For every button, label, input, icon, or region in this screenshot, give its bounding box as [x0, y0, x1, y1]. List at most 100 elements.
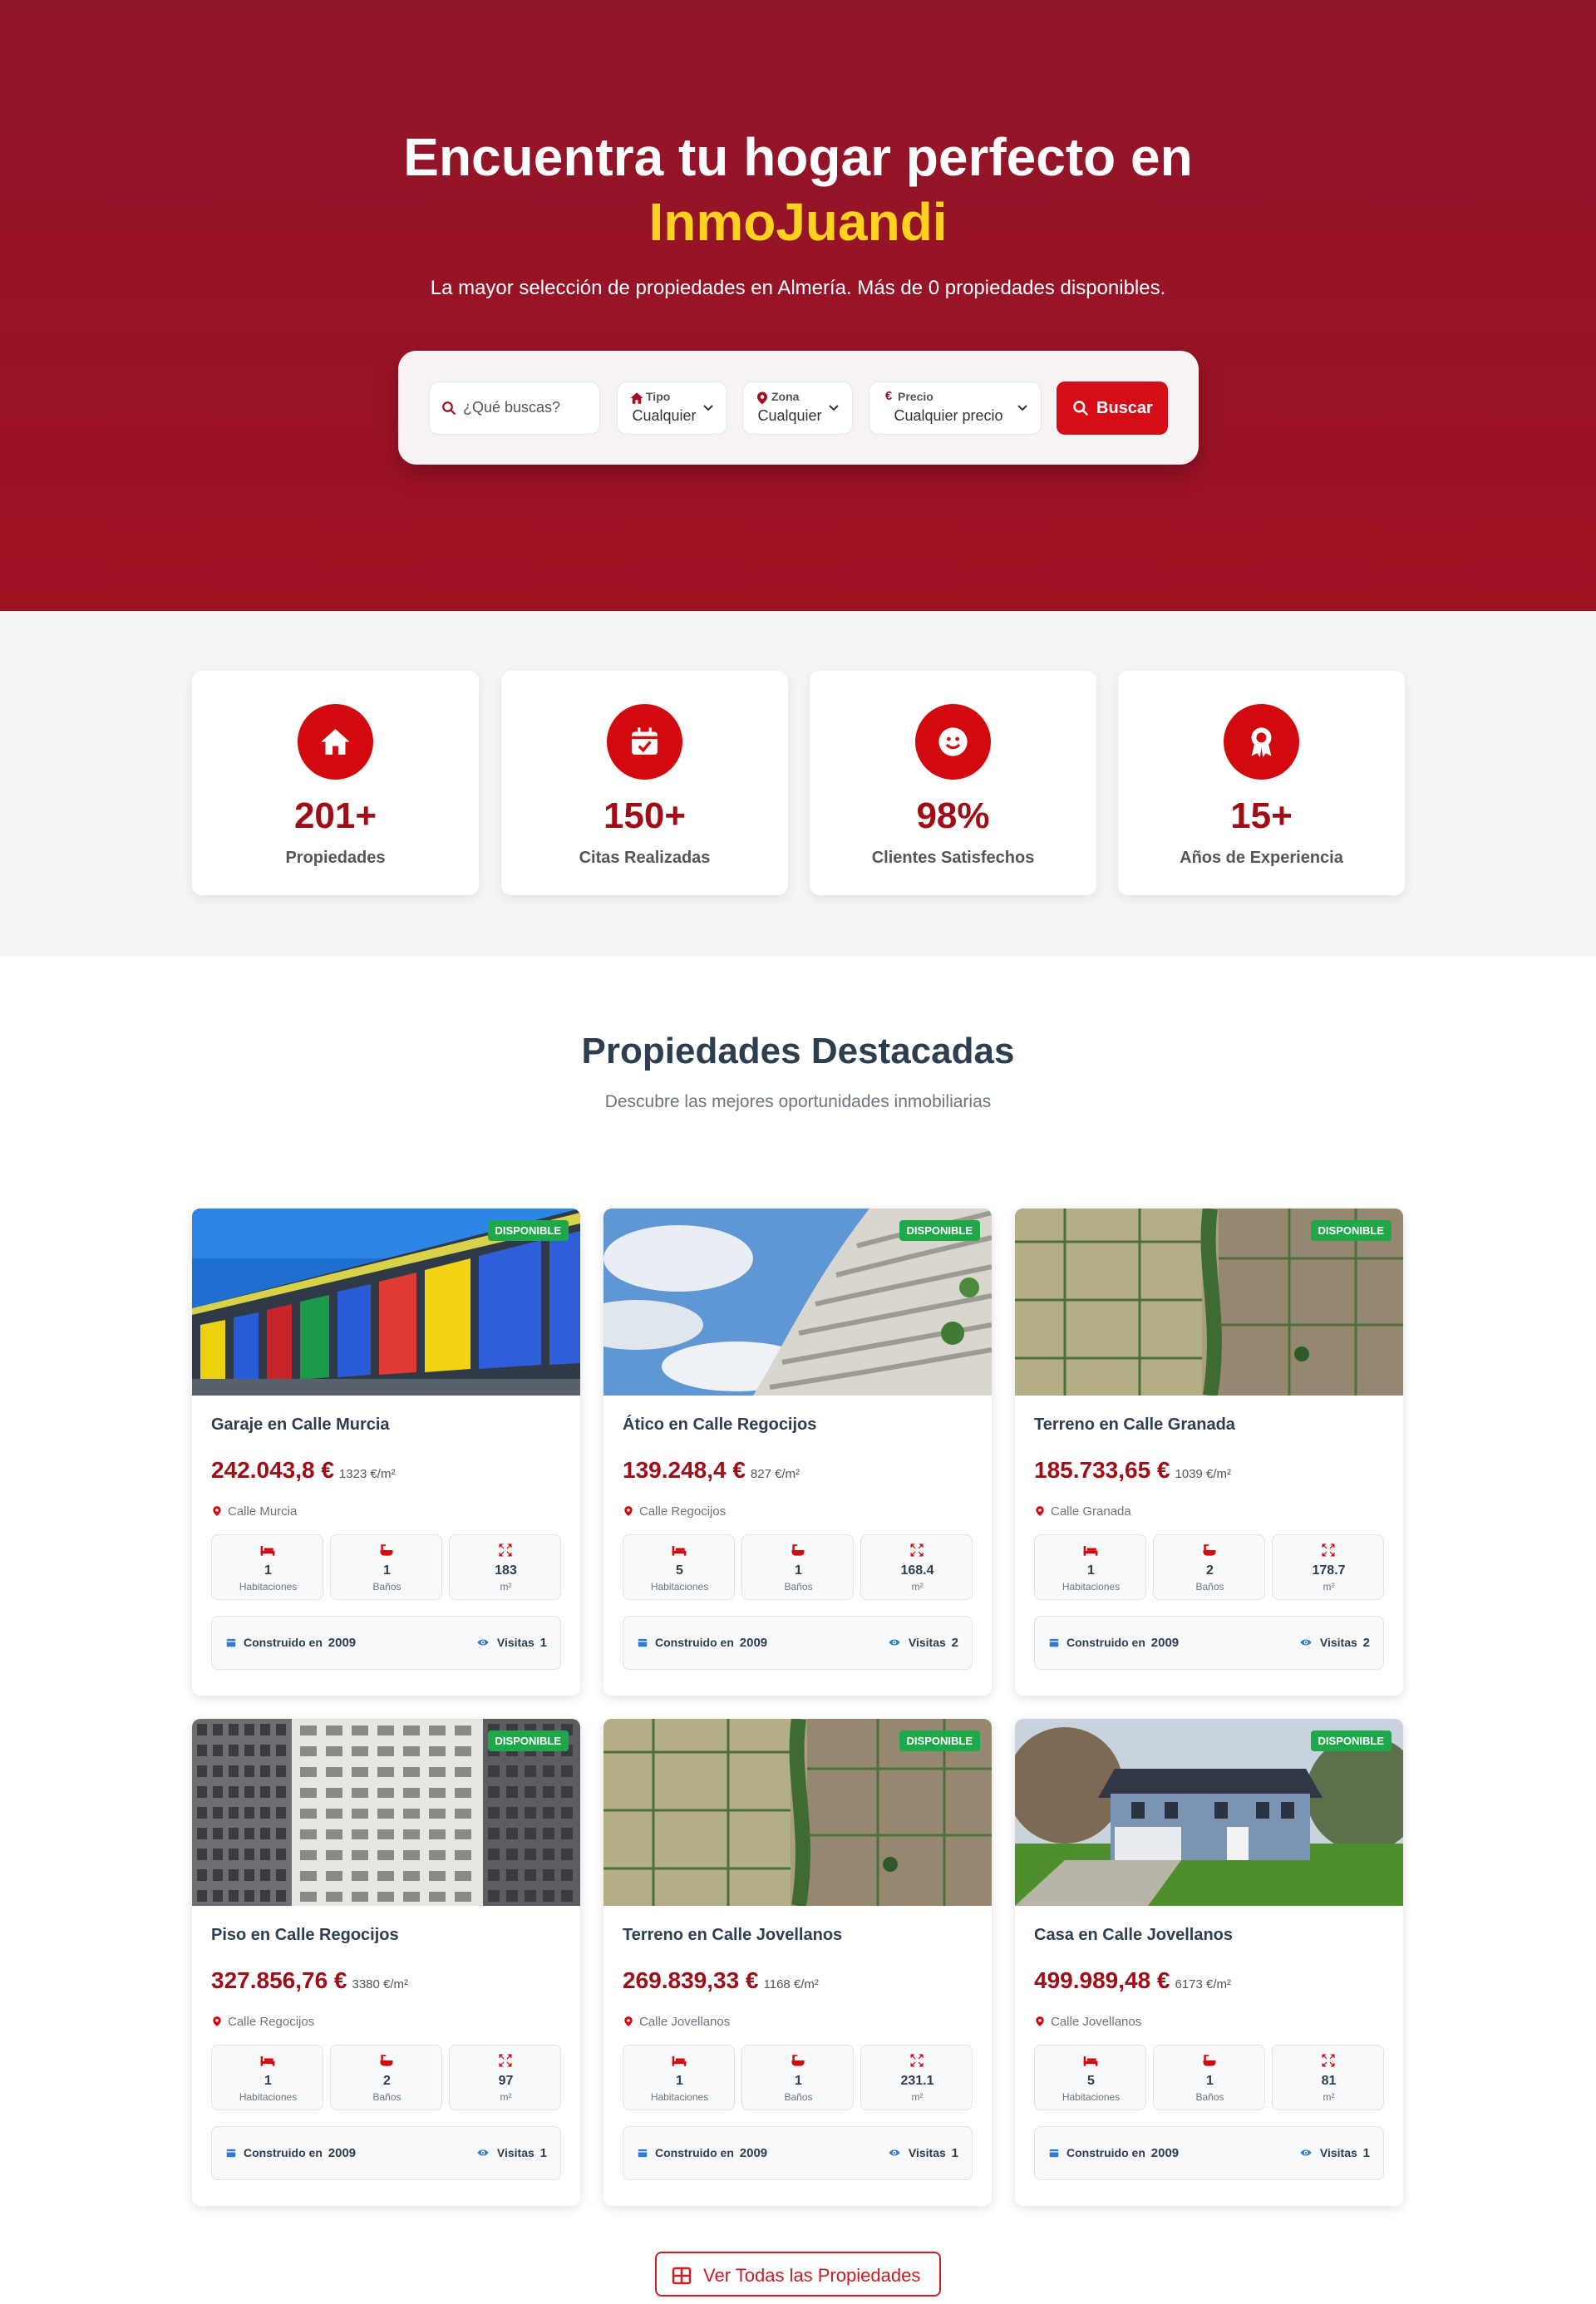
- bath-icon: [791, 1544, 805, 1556]
- chevron-down-icon: [829, 405, 839, 411]
- award-icon: [1251, 727, 1272, 758]
- property-title[interactable]: Terreno en Calle Granada: [1034, 1415, 1235, 1435]
- precio-value: Cualquier precio: [894, 407, 1003, 424]
- search-placeholder: ¿Qué buscas?: [463, 399, 561, 416]
- search-button[interactable]: Buscar: [1057, 382, 1168, 435]
- eye-icon: [889, 2149, 900, 2156]
- eye-icon: [1300, 2149, 1312, 2156]
- property-card[interactable]: DISPONIBLE Piso en Calle Regocijos 327.8…: [192, 1719, 580, 2206]
- bed-icon: [1083, 1546, 1098, 1556]
- feature-baths: 1 Baños: [330, 1534, 442, 1600]
- built-year: Construido en 2009: [225, 2146, 356, 2160]
- visits-value: 1: [539, 2146, 547, 2160]
- area-icon: [1322, 1543, 1335, 1557]
- rooms-label: Habitaciones: [650, 2091, 709, 2103]
- feature-area: 178.7 m²: [1272, 1534, 1384, 1600]
- eye-icon: [477, 2149, 489, 2156]
- property-card[interactable]: DISPONIBLE Casa en Calle Jovellanos 499.…: [1015, 1719, 1403, 2206]
- stat-value: 150+: [603, 795, 687, 836]
- location-text: Calle Jovellanos: [639, 2015, 731, 2029]
- bath-icon: [380, 1544, 393, 1556]
- visits-label: Visitas: [496, 1636, 534, 1649]
- property-meta: Construido en 2009 Visitas 2: [623, 1616, 973, 1670]
- built-value: 2009: [1150, 1636, 1180, 1650]
- baths-value: 1: [795, 1563, 802, 1578]
- hero-title: Encuentra tu hogar perfecto en InmoJuand…: [0, 125, 1596, 254]
- baths-label: Baños: [372, 2091, 401, 2103]
- area-value: 178.7: [1312, 1563, 1346, 1578]
- visits-value: 1: [539, 1636, 547, 1650]
- property-location: Calle Regocijos: [623, 1504, 726, 1519]
- stat-icon-circle: [298, 704, 373, 780]
- built-value: 2009: [328, 1636, 357, 1650]
- area-icon: [499, 2054, 512, 2067]
- baths-label: Baños: [784, 1581, 813, 1593]
- eye-icon: [477, 1639, 489, 1646]
- built-label: Construido en: [1066, 1636, 1145, 1649]
- stat-icon-circle: [607, 704, 682, 780]
- location-text: Calle Granada: [1051, 1504, 1131, 1519]
- property-card[interactable]: DISPONIBLE Terreno en Calle Jovellanos 2…: [603, 1719, 992, 2206]
- area-icon: [910, 2054, 924, 2067]
- property-meta: Construido en 2009 Visitas 1: [211, 1616, 561, 1670]
- property-title[interactable]: Casa en Calle Jovellanos: [1034, 1926, 1233, 1945]
- feature-area: 231.1 m²: [860, 2045, 973, 2110]
- visits-label: Visitas: [908, 1636, 946, 1649]
- map-marker-icon: [624, 1506, 633, 1516]
- property-location: Calle Murcia: [211, 1504, 297, 1519]
- built-value: 2009: [1150, 2146, 1180, 2160]
- property-card[interactable]: DISPONIBLE Terreno en Calle Granada 185.…: [1015, 1209, 1403, 1696]
- status-badge: DISPONIBLE: [487, 1220, 569, 1241]
- price-value: 327.856,76 €: [211, 1967, 347, 1993]
- built-value: 2009: [739, 2146, 768, 2160]
- property-price: 185.733,65 € 1039 €/m²: [1034, 1457, 1231, 1484]
- bed-icon: [260, 1546, 275, 1556]
- price-per-m2: 1323 €/m²: [338, 1467, 396, 1481]
- tipo-select[interactable]: Tipo Cualquier: [617, 382, 727, 435]
- tipo-label: Tipo: [646, 390, 671, 403]
- property-title[interactable]: Ático en Calle Regocijos: [623, 1415, 816, 1435]
- property-title[interactable]: Garaje en Calle Murcia: [211, 1415, 390, 1435]
- baths-label: Baños: [1195, 2091, 1224, 2103]
- view-all-button[interactable]: Ver Todas las Propiedades: [655, 2252, 941, 2297]
- built-label: Construido en: [244, 2146, 323, 2159]
- feature-rooms: 1 Habitaciones: [211, 1534, 323, 1600]
- area-label: m²: [500, 1581, 512, 1593]
- area-value: 231.1: [900, 2074, 934, 2088]
- bed-icon: [260, 2056, 275, 2066]
- bath-icon: [791, 2055, 805, 2066]
- property-title[interactable]: Terreno en Calle Jovellanos: [623, 1926, 842, 1945]
- tipo-value: Cualquier: [632, 407, 697, 424]
- chevron-down-icon: [703, 405, 713, 411]
- property-title[interactable]: Piso en Calle Regocijos: [211, 1926, 399, 1945]
- bath-icon: [1203, 1544, 1216, 1556]
- search-input[interactable]: ¿Qué buscas?: [429, 382, 600, 435]
- area-value: 97: [498, 2074, 514, 2088]
- visits-label: Visitas: [1319, 1636, 1357, 1649]
- featured-subtitle: Descubre las mejores oportunidades inmob…: [604, 1092, 992, 1111]
- featured-title: Propiedades Destacadas: [581, 1031, 1015, 1071]
- property-card[interactable]: DISPONIBLE Garaje en Calle Murcia 242.04…: [192, 1209, 580, 1696]
- eye-icon: [1300, 1639, 1312, 1646]
- price-value: 139.248,4 €: [623, 1457, 746, 1483]
- rooms-value: 1: [676, 2074, 683, 2088]
- feature-baths: 2 Baños: [330, 2045, 442, 2110]
- price-per-m2: 827 €/m²: [750, 1467, 800, 1481]
- area-icon: [499, 1543, 512, 1557]
- map-marker-icon: [213, 1506, 221, 1516]
- rooms-value: 1: [264, 2074, 272, 2088]
- property-price: 269.839,33 € 1168 €/m²: [623, 1967, 819, 1994]
- brand-name: InmoJuandi: [648, 192, 948, 252]
- location-text: Calle Regocijos: [228, 2015, 315, 2029]
- precio-select[interactable]: € Precio Cualquier precio: [869, 382, 1042, 435]
- feature-area: 81 m²: [1272, 2045, 1384, 2110]
- hero-title-text: Encuentra tu hogar perfecto en: [403, 127, 1193, 187]
- zona-select[interactable]: Zona Cualquier: [742, 382, 853, 435]
- search-button-label: Buscar: [1096, 399, 1153, 417]
- baths-value: 2: [383, 2074, 391, 2088]
- feature-rooms: 5 Habitaciones: [1034, 2045, 1146, 2110]
- euro-icon: €: [884, 389, 893, 403]
- stat-card: 150+ Citas Realizadas: [501, 671, 788, 895]
- property-card[interactable]: DISPONIBLE Ático en Calle Regocijos 139.…: [603, 1209, 992, 1696]
- zona-label: Zona: [771, 390, 800, 403]
